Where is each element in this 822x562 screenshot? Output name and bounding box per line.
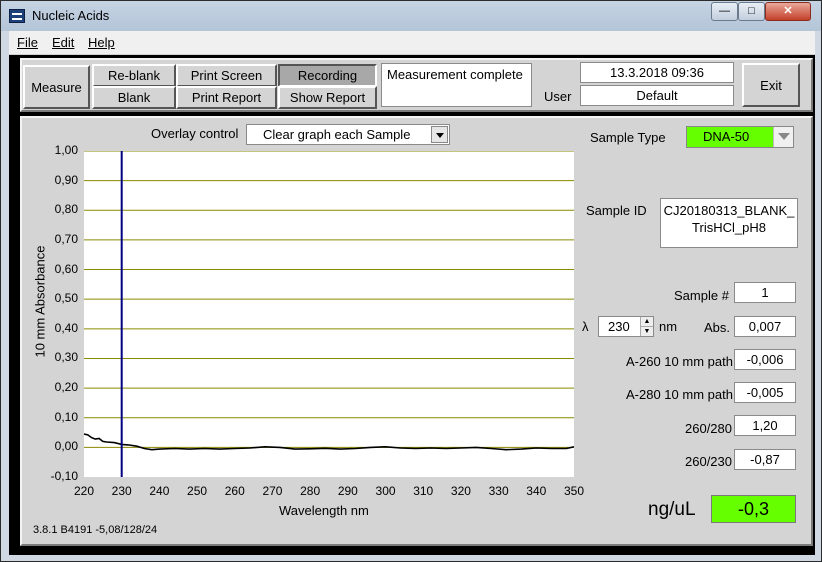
concentration-value: -0,3 [711,495,796,523]
a280-label: A-280 10 mm path [626,387,733,402]
menu-edit-label: Edit [52,35,75,50]
title-bar[interactable]: Nucleic Acids — □ ✕ [1,1,821,31]
a280-field: -0,005 [734,382,796,403]
x-axis-title: Wavelength nm [279,503,369,518]
a260-field: -0,006 [734,349,796,370]
lambda-unit: nm [659,319,678,334]
menu-file-label: File [17,35,38,50]
menu-edit[interactable]: Edit [52,35,74,50]
x-tick-label: 310 [413,484,434,498]
menu-bar: File Edit Help [9,31,815,55]
main-panel: Overlay control Clear graph each Sample … [20,116,813,546]
sample-type-dropdown[interactable] [773,127,793,147]
datetime-display: 13.3.2018 09:36 [580,62,734,83]
abs-label: Abs. [704,320,731,335]
status-text: Measurement complete [381,63,532,107]
lambda-label: λ [582,319,589,334]
x-tick-label: 320 [450,484,471,498]
x-tick-label: 240 [149,484,170,498]
app-icon [9,9,25,23]
absorbance-chart [83,150,575,477]
overlay-control-select[interactable]: Clear graph each Sample [246,124,450,145]
ratio-260-280-label: 260/280 [685,421,732,436]
overlay-control-label: Overlay control [151,126,239,141]
exit-button[interactable]: Exit [742,63,800,107]
menu-help-label: Help [88,35,115,50]
sample-type-select[interactable]: DNA-50 [686,126,794,148]
overlay-control-value: Clear graph each Sample [263,127,411,142]
triangle-down-icon [778,133,790,140]
user-field[interactable]: Default [580,85,734,106]
x-tick-label: 280 [300,484,321,498]
y-tick-label: 0,30 [54,350,78,365]
y-tick-label: 0,20 [54,380,78,395]
y-tick-label: 0,50 [54,291,78,306]
client-area: Measure Re-blank Blank Print Screen Prin… [9,55,815,555]
stepper-up-icon[interactable]: ▲ [640,317,653,327]
x-tick-label: 290 [337,484,358,498]
close-button[interactable]: ✕ [765,2,811,21]
print-report-button[interactable]: Print Report [176,86,277,109]
x-tick-label: 270 [262,484,283,498]
y-tick-label: 0,90 [54,172,78,187]
sample-id-line2: TrisHCl_pH8 [692,220,766,235]
y-tick-label: 0,40 [54,320,78,335]
sample-id-label: Sample ID [586,203,647,218]
menu-help[interactable]: Help [88,35,115,50]
ratio-260-230-label: 260/230 [685,454,732,469]
recording-button[interactable]: Recording [278,64,377,87]
x-tick-label: 220 [73,484,95,498]
concentration-unit-label: ng/uL [648,499,696,520]
stepper-down-icon[interactable]: ▼ [640,327,653,336]
ratio-260-230-field: -0,87 [734,449,796,470]
sample-type-label: Sample Type [590,130,666,145]
version-text: 3.8.1 B4191 -5,08/128/24 [33,524,158,536]
x-tick-label: 330 [488,484,509,498]
window-title: Nucleic Acids [32,8,110,23]
app-window: Nucleic Acids — □ ✕ File Edit Help Measu… [0,0,822,562]
menu-file[interactable]: File [17,35,38,50]
x-tick-label: 260 [224,484,245,498]
print-screen-button[interactable]: Print Screen [176,64,277,87]
minimize-button[interactable]: — [711,2,738,21]
sample-id-field[interactable]: CJ20180313_BLANK_ TrisHCl_pH8 [660,198,798,248]
x-tick-label: 340 [526,484,547,498]
a260-label: A-260 10 mm path [626,354,733,369]
sample-id-line1: CJ20180313_BLANK_ [663,203,795,218]
show-report-button[interactable]: Show Report [278,86,377,109]
sample-number-field[interactable]: 1 [734,282,796,303]
y-tick-label: 0,00 [54,439,78,454]
x-tick-label: 230 [111,484,132,498]
sample-number-label: Sample # [674,288,729,303]
chart-plot-area [83,150,575,477]
y-tick-label: 1,00 [54,143,78,157]
user-label: User [544,89,572,104]
reblank-button[interactable]: Re-blank [92,64,176,87]
abs-field: 0,007 [734,316,796,337]
measure-button[interactable]: Measure [23,65,90,109]
y-tick-label: 0,60 [54,261,78,276]
sample-type-value: DNA-50 [703,129,750,144]
chevron-down-icon[interactable] [431,126,448,143]
ratio-260-280-field: 1,20 [734,415,796,436]
x-tick-label: 350 [563,484,585,498]
y-tick-label: 0,70 [54,231,78,246]
x-tick-label: 250 [187,484,208,498]
y-tick-label: -0,10 [50,469,78,483]
y-tick-label: 0,80 [54,202,78,217]
wavelength-stepper[interactable]: 230 ▲ ▼ [598,316,654,337]
wavelength-value: 230 [608,319,630,334]
blank-button[interactable]: Blank [92,86,176,109]
y-tick-label: 0,10 [54,409,78,424]
toolbar: Measure Re-blank Blank Print Screen Prin… [20,58,813,112]
x-tick-label: 300 [375,484,396,498]
maximize-button[interactable]: □ [738,2,765,21]
